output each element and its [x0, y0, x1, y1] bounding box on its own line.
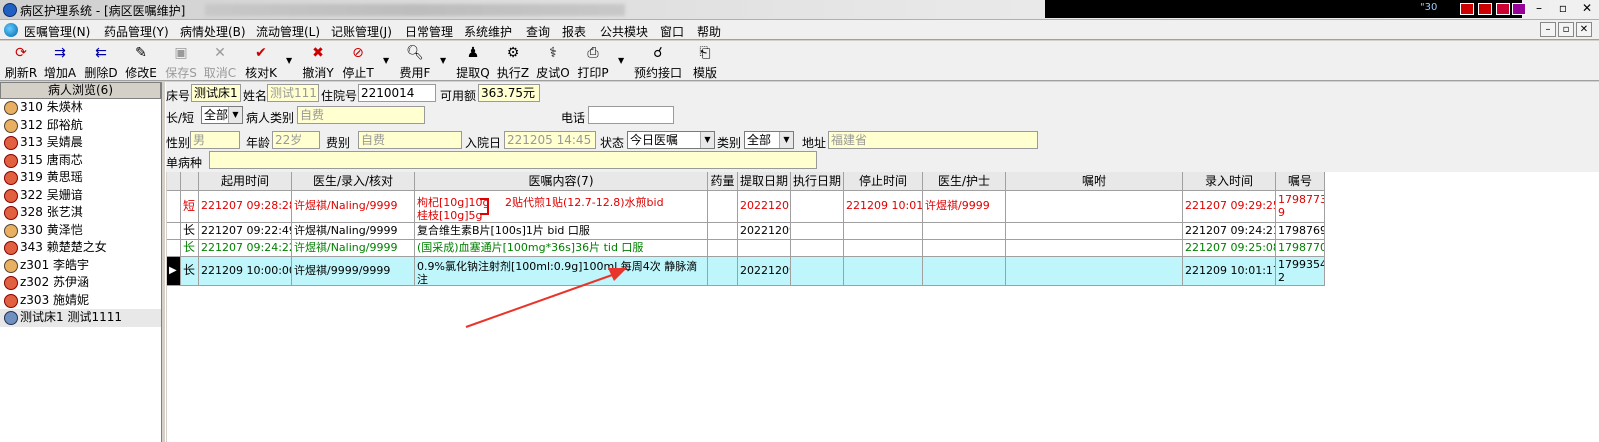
- arrow-line: [465, 273, 616, 328]
- red-arrow-annotation: [465, 268, 627, 328]
